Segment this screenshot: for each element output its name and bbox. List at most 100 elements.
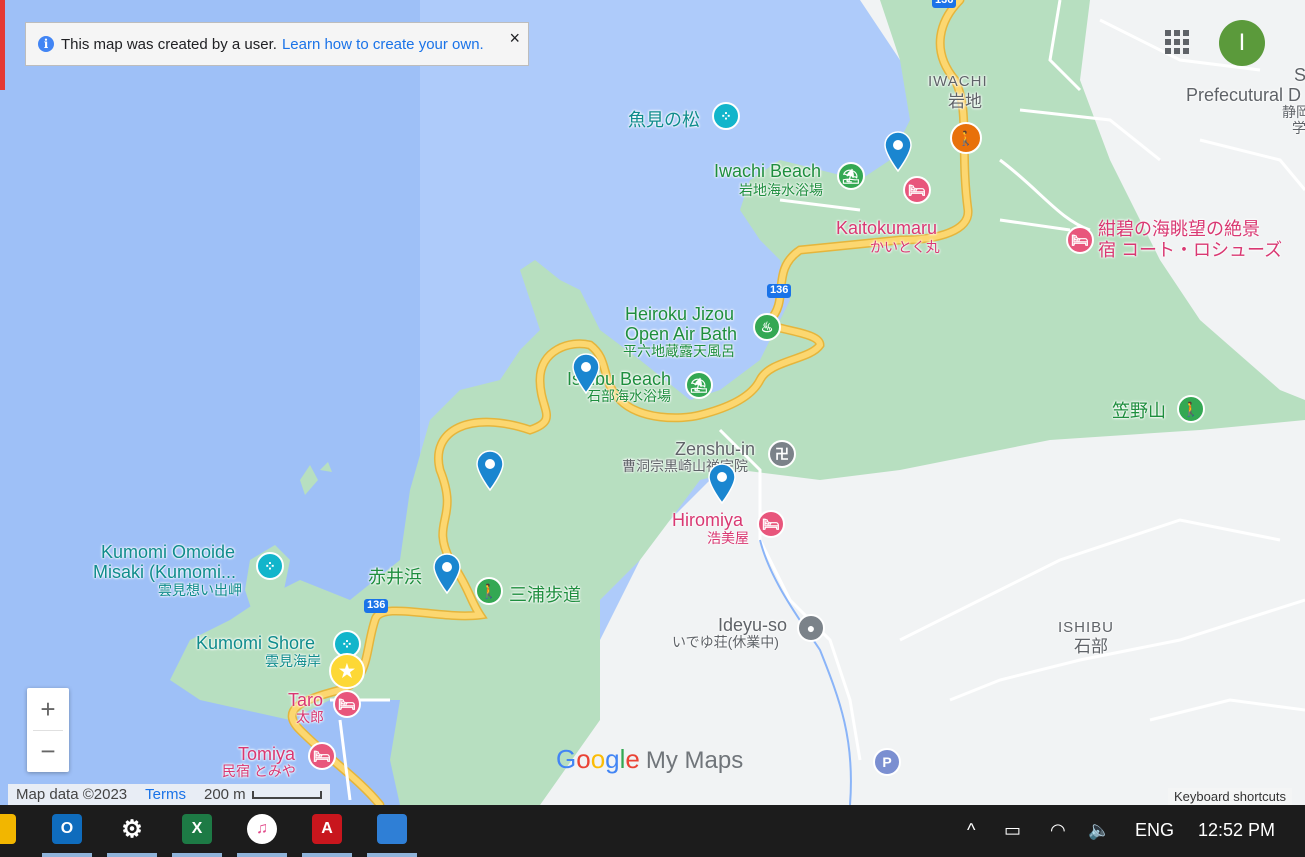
itunes-icon[interactable]: ♫	[247, 814, 277, 844]
hotel-icon[interactable]: 🛏	[1066, 226, 1094, 254]
place-label-konpeki-2: 宿 コート・ロシューズ	[1098, 240, 1283, 260]
notice-text: This map was created by a user.	[61, 35, 277, 53]
place-label-heiroku-2: Open Air Bath	[625, 324, 738, 344]
place-label-iwachi-beach-jp: 岩地海水浴場	[739, 182, 823, 198]
place-label-ideyu[interactable]: Ideyu-so	[718, 616, 787, 635]
viewpoint-icon[interactable]: ⁘	[712, 102, 740, 130]
route-shield: 136	[767, 284, 792, 298]
route-shield: 136	[364, 599, 389, 613]
place-label-taro-jp: 太郎	[296, 709, 324, 725]
place-label-taro[interactable]: Taro	[288, 691, 323, 710]
star-marker-icon[interactable]: ★	[329, 653, 365, 689]
account-avatar[interactable]: I	[1219, 20, 1265, 66]
google-apps-icon[interactable]	[1165, 30, 1189, 54]
volume-icon[interactable]: 🔈	[1088, 820, 1110, 841]
map-footer: Map data ©2023 Terms 200 m	[8, 784, 330, 805]
zoom-control: + −	[27, 688, 69, 772]
area-label-iwachi: IWACHI	[928, 73, 988, 90]
place-label-konpeki[interactable]: 紺碧の海眺望の絶景	[1098, 220, 1260, 239]
taskbar: O ⚙ X ♫ A ^ ▭ ◠ 🔈 ENG 12:52 PM	[0, 805, 1305, 857]
place-label-prefectural-jp2: 学	[1292, 120, 1305, 136]
area-label-iwachi-jp: 岩地	[948, 92, 982, 111]
place-label-zenshu[interactable]: Zenshu-in	[675, 440, 755, 459]
info-icon: i	[38, 36, 54, 52]
scale-label[interactable]: 200 m	[204, 786, 246, 803]
acrobat-icon[interactable]: A	[312, 814, 342, 844]
hotel-icon[interactable]: 🛏	[757, 510, 785, 538]
parking-icon[interactable]: P	[873, 748, 901, 776]
excel-icon[interactable]: X	[182, 814, 212, 844]
place-label-miura[interactable]: 三浦歩道	[509, 586, 581, 605]
wifi-icon[interactable]: ◠	[1050, 820, 1066, 841]
user-map-notice: i This map was created by a user. Learn …	[25, 22, 529, 66]
scale-bar	[251, 790, 322, 799]
viewpoint-icon[interactable]: ⁘	[256, 552, 284, 580]
place-label-prefectural-jp: 静岡	[1282, 104, 1305, 120]
hotel-icon[interactable]: 🛏	[903, 176, 931, 204]
place-label-ideyu-jp: いでゆ荘(休業中)	[672, 634, 779, 650]
zoom-in-button[interactable]: +	[27, 688, 69, 730]
active-indicator	[367, 853, 417, 857]
custom-pin-icon[interactable]	[475, 449, 505, 491]
place-label-prefectural: Prefecutural D	[1186, 85, 1302, 105]
place-label-uomi[interactable]: 魚見の松	[628, 111, 700, 130]
place-label-kaitokumaru-jp: かいとく丸	[870, 239, 940, 255]
place-label-hiromiya-jp: 浩美屋	[707, 530, 749, 546]
custom-pin-icon[interactable]	[432, 552, 462, 594]
tray-overflow-chevron-icon[interactable]: ^	[967, 820, 975, 841]
active-indicator	[42, 853, 92, 857]
keyboard-shortcuts-link[interactable]: Keyboard shortcuts	[1168, 788, 1293, 805]
temple-icon[interactable]: 卍	[768, 440, 796, 468]
battery-icon[interactable]: ▭	[1004, 820, 1021, 841]
beach-icon[interactable]: ⛱	[685, 371, 713, 399]
active-indicator	[107, 853, 157, 857]
custom-pin-icon[interactable]	[883, 130, 913, 172]
learn-create-link[interactable]: Learn how to create your own.	[282, 36, 484, 53]
map-canvas[interactable]: i This map was created by a user. Learn …	[0, 0, 1305, 805]
file-explorer-icon[interactable]	[0, 814, 16, 844]
place-label-heiroku[interactable]: Heiroku Jizou	[625, 305, 734, 324]
screen: i This map was created by a user. Learn …	[0, 0, 1305, 857]
google-my-maps-logo: Google My Maps	[556, 744, 744, 774]
place-label-tomiya[interactable]: Tomiya	[238, 745, 295, 764]
area-label-ishibu-jp: 石部	[1074, 637, 1108, 656]
place-label-iwachi-beach[interactable]: Iwachi Beach	[714, 162, 821, 181]
place-marker-icon[interactable]: ●	[797, 614, 825, 642]
photos-icon[interactable]	[377, 814, 407, 844]
beach-icon[interactable]: ⛱	[837, 162, 865, 190]
hotel-icon[interactable]: 🛏	[308, 742, 336, 770]
hiking-icon[interactable]: 🚶	[475, 577, 503, 605]
clock[interactable]: 12:52 PM	[1198, 820, 1275, 841]
left-accent-bar	[0, 0, 5, 90]
active-indicator	[237, 853, 287, 857]
zoom-out-button[interactable]: −	[27, 730, 69, 772]
place-label-kasanoyama[interactable]: 笠野山	[1112, 402, 1166, 421]
hiking-icon[interactable]: 🚶	[1177, 395, 1205, 423]
place-label-hiromiya[interactable]: Hiromiya	[672, 511, 743, 530]
settings-gear-icon[interactable]: ⚙	[117, 814, 147, 844]
place-label-kumomi-omoide[interactable]: Kumomi Omoide	[101, 543, 235, 562]
place-label-kumomi-omoide-jp: 雲見想い出岬	[158, 582, 242, 598]
close-icon[interactable]: ×	[509, 28, 520, 49]
place-label-heiroku-jp: 平六地蔵露天風呂	[623, 343, 735, 359]
place-label-kumomi-omoide-2: Misaki (Kumomi...	[93, 562, 237, 582]
language-indicator[interactable]: ENG	[1135, 820, 1174, 841]
place-label-tomiya-jp: 民宿 とみや	[222, 763, 296, 779]
place-label-kumomi-shore-jp: 雲見海岸	[265, 653, 321, 669]
place-label-kumomi-shore[interactable]: Kumomi Shore	[196, 634, 315, 653]
hotel-icon[interactable]: 🛏	[333, 690, 361, 718]
place-label-kaitokumaru[interactable]: Kaitokumaru	[836, 219, 937, 238]
terms-link[interactable]: Terms	[145, 786, 186, 803]
place-label-s: S	[1294, 65, 1305, 85]
place-label-akaihama[interactable]: 赤井浜	[368, 568, 422, 587]
area-label-ishibu: ISHIBU	[1058, 619, 1115, 636]
active-indicator	[172, 853, 222, 857]
outlook-icon[interactable]: O	[52, 814, 82, 844]
map-data-credit: Map data ©2023	[16, 786, 128, 803]
custom-pin-icon[interactable]	[571, 352, 601, 394]
route-shield: 136	[932, 0, 957, 8]
custom-pin-icon[interactable]	[707, 462, 737, 504]
hiking-marker-icon[interactable]: 🚶	[950, 122, 982, 154]
hot-spring-icon[interactable]: ♨	[753, 313, 781, 341]
active-indicator	[302, 853, 352, 857]
